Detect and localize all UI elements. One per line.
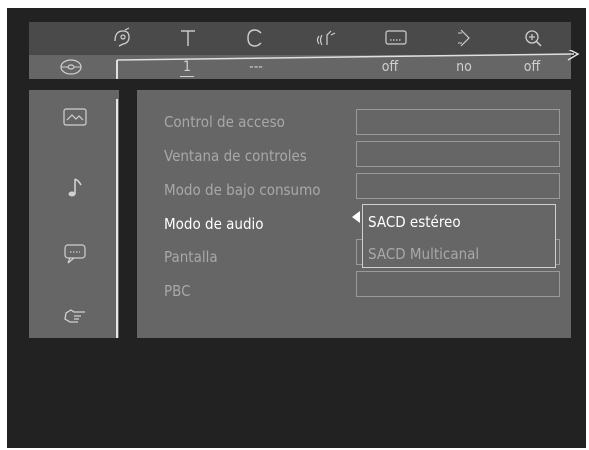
chapter-icon[interactable] bbox=[241, 27, 269, 51]
picture-icon[interactable] bbox=[62, 107, 88, 133]
menu-item-ventana-de-controles[interactable]: Ventana de controles bbox=[164, 146, 307, 166]
ventana-de-controles-field[interactable] bbox=[356, 141, 560, 167]
speech-bubble-icon[interactable] bbox=[62, 242, 88, 268]
status-subtitle-value: no bbox=[456, 59, 472, 75]
pointing-hand-icon[interactable] bbox=[62, 306, 88, 332]
pbc-field[interactable] bbox=[356, 271, 560, 297]
status-chapter-value: --- bbox=[249, 59, 263, 75]
audio-icon[interactable] bbox=[312, 27, 340, 51]
dropdown-pointer-icon bbox=[352, 211, 360, 223]
music-note-icon[interactable] bbox=[62, 176, 88, 202]
modo-de-bajo-consumo-field[interactable] bbox=[356, 173, 560, 199]
dropdown-option-sacd-multicanal[interactable]: SACD Multicanal bbox=[368, 244, 479, 264]
menu-item-pbc[interactable]: PBC bbox=[164, 281, 191, 301]
menu-item-modo-de-bajo-consumo[interactable]: Modo de bajo consumo bbox=[164, 180, 321, 200]
subtitle-icon[interactable] bbox=[382, 27, 410, 51]
title-icon[interactable] bbox=[174, 27, 202, 51]
control-de-acceso-field[interactable] bbox=[356, 109, 560, 135]
audio-mode-dropdown[interactable]: SACD estéreo SACD Multicanal bbox=[362, 204, 556, 268]
zoom-icon[interactable] bbox=[519, 27, 547, 51]
menu-item-pantalla[interactable]: Pantalla bbox=[164, 247, 218, 267]
angle-icon[interactable] bbox=[450, 27, 478, 51]
menu-item-modo-de-audio[interactable]: Modo de audio bbox=[164, 214, 264, 234]
disc-icon bbox=[58, 57, 84, 77]
status-title-value: 1 bbox=[180, 58, 194, 77]
disc-setup-icon[interactable] bbox=[108, 27, 136, 51]
sidebar-divider bbox=[116, 99, 118, 338]
menu-item-control-de-acceso[interactable]: Control de acceso bbox=[164, 112, 285, 132]
status-angle-value: off bbox=[523, 59, 541, 75]
dropdown-option-sacd-estereo[interactable]: SACD estéreo bbox=[368, 212, 461, 232]
status-audio-value: off bbox=[381, 59, 399, 75]
